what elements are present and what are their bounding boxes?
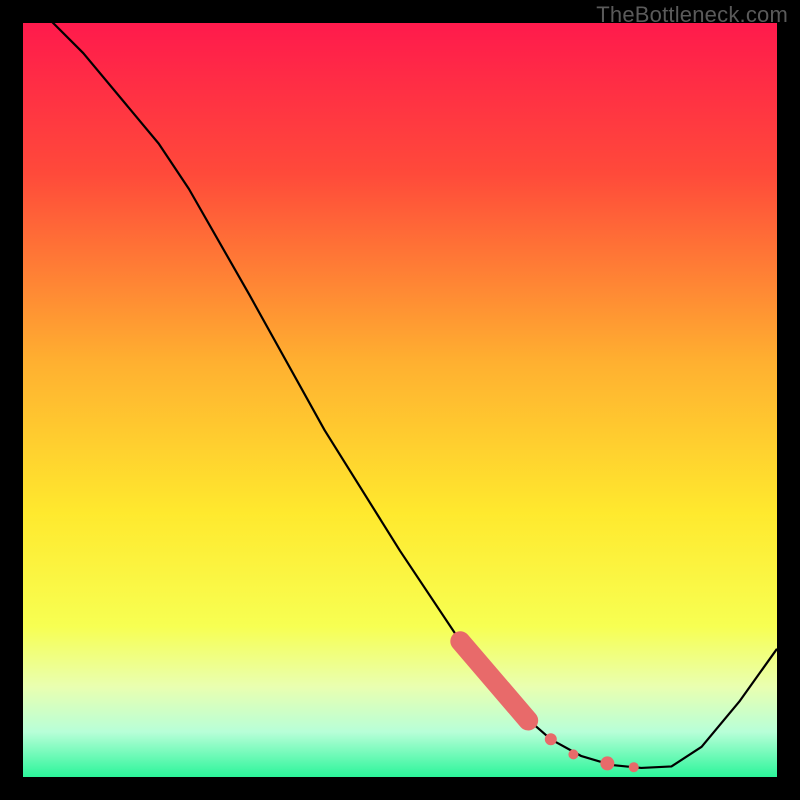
highlight-dot: [545, 733, 557, 745]
highlight-dot: [629, 762, 639, 772]
highlight-dot: [600, 756, 614, 770]
gradient-background: [23, 23, 777, 777]
chart-svg: [23, 23, 777, 777]
plot-area: [23, 23, 777, 777]
highlight-dot: [568, 749, 578, 759]
chart-container: TheBottleneck.com: [0, 0, 800, 800]
